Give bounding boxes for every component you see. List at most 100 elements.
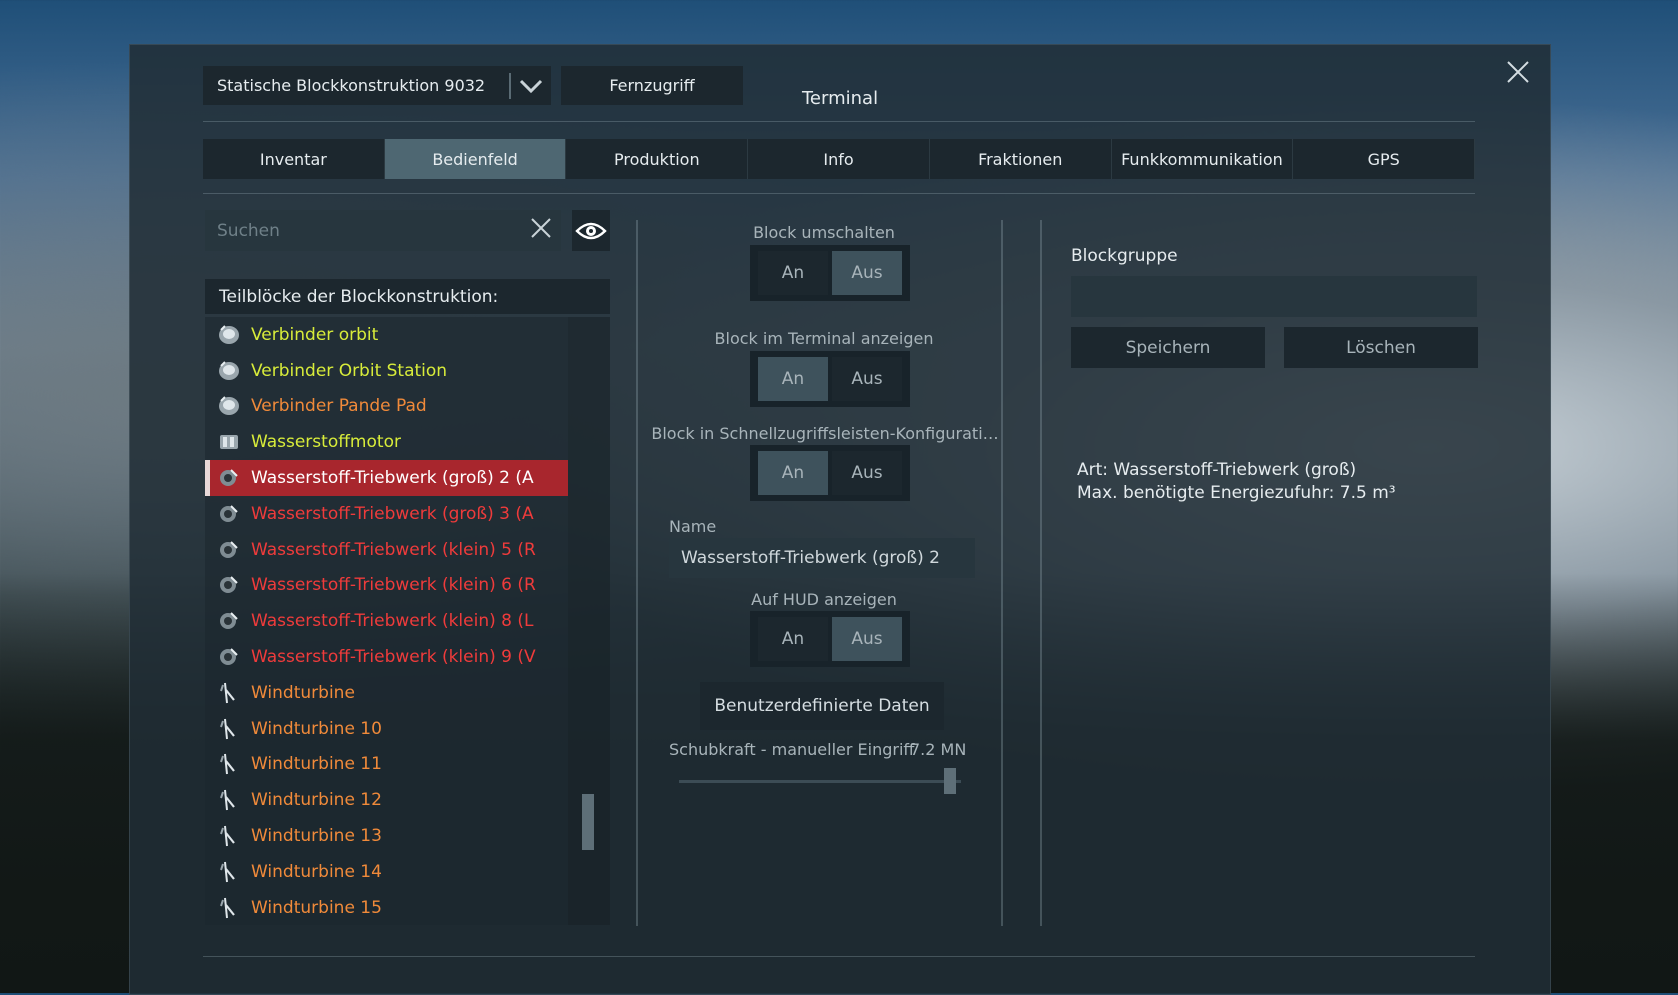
list-item[interactable]: Wasserstoff-Triebwerk (groß) 3 (A <box>205 496 568 532</box>
delete-button[interactable]: Löschen <box>1284 327 1478 368</box>
search-input[interactable] <box>205 219 521 242</box>
visibility-toggle-button[interactable] <box>572 210 610 251</box>
show-on-hud-label: Auf HUD anzeigen <box>751 590 897 609</box>
wind-turbine-icon <box>217 718 251 740</box>
list-item[interactable]: Windturbine 10 <box>205 711 568 747</box>
list-item-label: Wasserstoff-Triebwerk (groß) 3 (A <box>251 503 534 524</box>
show-in-terminal-off[interactable]: Aus <box>832 357 902 401</box>
list-item-label: Wasserstoff-Triebwerk (klein) 8 (L <box>251 611 534 632</box>
wind-turbine-icon <box>217 682 251 704</box>
tab-bar: Inventar Bedienfeld Produktion Info Fraktion… <box>203 139 1476 179</box>
list-item-label: Windturbine <box>251 682 355 703</box>
tab-funkkommunikation[interactable]: Funkkommunikation <box>1111 139 1294 179</box>
list-item[interactable]: Verbinder Pande Pad <box>205 389 568 425</box>
show-in-toolbar-label: Block in Schnellzugriffsleisten-Konfigur… <box>651 424 999 443</box>
list-item-label: Wasserstoffmotor <box>251 432 401 453</box>
show-in-terminal-on[interactable]: An <box>758 357 828 401</box>
list-item[interactable]: Windturbine 14 <box>205 854 568 890</box>
list-item-label: Wasserstoff-Triebwerk (klein) 6 (R <box>251 575 536 596</box>
list-item-label: Verbinder Pande Pad <box>251 396 427 417</box>
list-item[interactable]: Wasserstoff-Triebwerk (klein) 9 (V <box>205 639 568 675</box>
thruster-icon <box>217 574 251 596</box>
list-item[interactable]: Wasserstoff-Triebwerk (klein) 8 (L <box>205 603 568 639</box>
show-on-hud-off[interactable]: Aus <box>832 617 902 661</box>
list-item[interactable]: Windturbine 12 <box>205 782 568 818</box>
list-item[interactable]: Windturbine 15 <box>205 890 568 925</box>
block-type-info: Art: Wasserstoff-Triebwerk (groß) <box>1077 460 1357 480</box>
show-on-hud-on[interactable]: An <box>758 617 828 661</box>
thruster-icon <box>217 646 251 668</box>
energy-requirement-info: Max. benötigte Energiezufuhr: 7.5 m³ <box>1077 483 1396 503</box>
engine-icon <box>217 431 251 453</box>
tab-fraktionen[interactable]: Fraktionen <box>929 139 1112 179</box>
tab-info[interactable]: Info <box>748 139 930 179</box>
list-item[interactable]: Windturbine <box>205 675 568 711</box>
thruster-icon <box>217 539 251 561</box>
tabs-divider <box>203 193 1475 194</box>
connector-icon <box>217 395 251 417</box>
close-icon[interactable] <box>1504 60 1532 88</box>
list-item[interactable]: Verbinder Orbit Station <box>205 353 568 389</box>
list-item-label: Wasserstoff-Triebwerk (groß) 2 (A <box>251 468 534 489</box>
block-toggle-off[interactable]: Aus <box>832 251 902 295</box>
slider-track <box>679 780 961 783</box>
show-in-toolbar-on[interactable]: An <box>758 451 828 495</box>
grid-selector-dropdown[interactable]: Statische Blockkonstruktion 9032 <box>203 66 551 105</box>
thrust-override-label: Schubkraft - manueller Eingriff <box>669 740 915 759</box>
block-toggle-label: Block umschalten <box>753 223 895 242</box>
name-input[interactable]: Wasserstoff-Triebwerk (groß) 2 <box>669 538 975 578</box>
save-button[interactable]: Speichern <box>1071 327 1265 368</box>
list-item[interactable]: Wasserstoff-Triebwerk (klein) 6 (R <box>205 568 568 604</box>
block-toggle-on[interactable]: An <box>758 251 828 295</box>
list-item-label: Verbinder orbit <box>251 324 379 345</box>
block-list: Verbinder orbit Verbinder Orbit Station Ve… <box>205 317 568 925</box>
thrust-override-slider[interactable] <box>669 760 975 802</box>
show-in-terminal-label: Block im Terminal anzeigen <box>714 329 934 348</box>
connector-icon <box>217 324 251 346</box>
wind-turbine-icon <box>217 897 251 919</box>
list-item[interactable]: Windturbine 11 <box>205 747 568 783</box>
header-divider <box>203 121 1475 122</box>
show-in-terminal-toggle: An Aus <box>750 351 910 407</box>
column-divider-left <box>636 220 638 926</box>
tab-inventar[interactable]: Inventar <box>203 139 385 179</box>
column-divider-mid <box>1001 220 1003 926</box>
list-item-selected[interactable]: Wasserstoff-Triebwerk (groß) 2 (A <box>205 460 568 496</box>
show-on-hud-toggle: An Aus <box>750 611 910 667</box>
list-item[interactable]: Wasserstoff-Triebwerk (klein) 5 (R <box>205 532 568 568</box>
block-toggle: An Aus <box>750 245 910 301</box>
list-item-label: Windturbine 10 <box>251 718 382 739</box>
clear-search-icon[interactable] <box>521 216 561 246</box>
list-item-label: Windturbine 12 <box>251 790 382 811</box>
custom-data-button[interactable]: Benutzerdefinierte Daten <box>700 682 944 730</box>
tab-gps[interactable]: GPS <box>1293 139 1476 179</box>
tab-produktion[interactable]: Produktion <box>566 139 749 179</box>
remote-access-button[interactable]: Fernzugriff <box>561 66 743 105</box>
thrust-override-value: 7.2 MN <box>910 740 967 759</box>
footer-divider <box>203 956 1475 957</box>
show-in-toolbar-off[interactable]: Aus <box>832 451 902 495</box>
column-divider-right <box>1040 220 1042 926</box>
wind-turbine-icon <box>217 789 251 811</box>
block-group-label: Blockgruppe <box>1071 246 1178 266</box>
scrollbar-thumb[interactable] <box>582 794 594 850</box>
page-title: Terminal <box>802 88 879 109</box>
chevron-down-icon[interactable] <box>511 66 551 105</box>
block-group-input[interactable] <box>1071 276 1477 317</box>
list-item[interactable]: Verbinder orbit <box>205 317 568 353</box>
thruster-icon <box>217 503 251 525</box>
search-box <box>205 210 561 251</box>
list-item-label: Windturbine 14 <box>251 861 382 882</box>
list-item-label: Windturbine 15 <box>251 897 382 918</box>
block-list-header: Teilblöcke der Blockkonstruktion: <box>205 279 610 314</box>
list-item[interactable]: Wasserstoffmotor <box>205 424 568 460</box>
list-item-label: Wasserstoff-Triebwerk (klein) 5 (R <box>251 539 536 560</box>
list-item-label: Windturbine 11 <box>251 754 382 775</box>
tab-bedienfeld[interactable]: Bedienfeld <box>384 139 567 179</box>
thruster-icon <box>217 610 251 632</box>
slider-handle[interactable] <box>943 768 956 794</box>
list-item[interactable]: Windturbine 13 <box>205 818 568 854</box>
eye-icon <box>575 222 607 239</box>
wind-turbine-icon <box>217 861 251 883</box>
list-item-label: Windturbine 13 <box>251 826 382 847</box>
